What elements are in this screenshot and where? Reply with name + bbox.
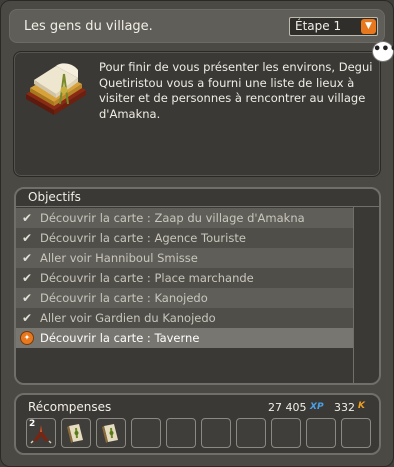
objectives-list: ✔ Découvrir la carte : Zaap du village d…: [16, 208, 353, 348]
rewards-label: Récompenses: [28, 400, 112, 414]
objective-item[interactable]: ✔ Découvrir la carte : Agence Touriste: [16, 228, 353, 248]
objective-label: Découvrir la carte : Taverne: [40, 331, 200, 345]
objectives-header: Objectifs: [16, 189, 379, 207]
empty-reward-slot[interactable]: [236, 418, 266, 448]
empty-reward-slot[interactable]: [306, 418, 336, 448]
reward-quantity: 2: [29, 419, 36, 429]
target-icon[interactable]: ✦: [20, 331, 34, 345]
objective-item[interactable]: ✔ Découvrir la carte : Kanojedo: [16, 288, 353, 308]
quest-description-panel: Pour finir de vous présenter les environ…: [13, 51, 381, 177]
empty-reward-slot[interactable]: [166, 418, 196, 448]
objective-label: Découvrir la carte : Zaap du village d'A…: [40, 211, 305, 225]
checkmark-icon: ✔: [22, 231, 33, 245]
objectives-panel: Objectifs ✔ Découvrir la carte : Zaap du…: [14, 187, 381, 385]
objective-item[interactable]: ✔ Découvrir la carte : Place marchande: [16, 268, 353, 288]
reward-slot[interactable]: [61, 418, 91, 448]
quest-book-icon: [26, 63, 86, 115]
objective-item[interactable]: ✔ Découvrir la carte : Zaap du village d…: [16, 208, 353, 228]
kamas-amount: 332: [334, 401, 355, 414]
checkmark-icon: ✔: [22, 211, 33, 225]
scroll-item-icon: [67, 424, 83, 443]
objective-item[interactable]: ✔ Aller voir Hanniboul Smisse: [16, 248, 353, 268]
empty-reward-slot[interactable]: [201, 418, 231, 448]
checkmark-icon: ✔: [22, 311, 33, 325]
rewards-panel: Récompenses 27 405 XP 332 K 2: [14, 393, 381, 455]
checkmark-icon: ✔: [22, 291, 33, 305]
kamas-icon: K: [358, 401, 365, 411]
objective-item-active[interactable]: ✦ Découvrir la carte : Taverne: [16, 328, 353, 348]
objectives-divider: [353, 207, 354, 383]
checkmark-icon: ✔: [22, 271, 33, 285]
reward-slots: 2: [26, 418, 371, 448]
empty-reward-slot[interactable]: [271, 418, 301, 448]
objective-item[interactable]: ✔ Aller voir Gardien du Kanojedo: [16, 308, 353, 328]
scroll-item-icon: [102, 424, 118, 443]
empty-reward-slot[interactable]: [131, 418, 161, 448]
chevron-down-icon[interactable]: ▼: [361, 19, 376, 34]
objective-label: Aller voir Gardien du Kanojedo: [40, 311, 216, 325]
quest-description-text: Pour finir de vous présenter les environ…: [99, 60, 373, 121]
objective-label: Aller voir Hanniboul Smisse: [40, 251, 198, 265]
reward-slot[interactable]: 2: [26, 418, 56, 448]
objective-label: Découvrir la carte : Place marchande: [40, 271, 254, 285]
step-dropdown[interactable]: Étape 1 ▼: [289, 17, 378, 36]
empty-reward-slot[interactable]: [341, 418, 371, 448]
dialog-bubble-icon[interactable]: •••: [372, 41, 394, 62]
step-dropdown-value: Étape 1: [295, 19, 342, 33]
quest-window: Les gens du village. Étape 1 ▼ Pour fini…: [0, 0, 394, 467]
reward-slot[interactable]: [96, 418, 126, 448]
xp-icon: XP: [310, 402, 324, 412]
xp-amount: 27 405: [268, 401, 307, 414]
objective-label: Découvrir la carte : Kanojedo: [40, 291, 208, 305]
objective-label: Découvrir la carte : Agence Touriste: [40, 231, 246, 245]
checkmark-icon: ✔: [22, 251, 33, 265]
quest-title: Les gens du village.: [24, 19, 153, 34]
